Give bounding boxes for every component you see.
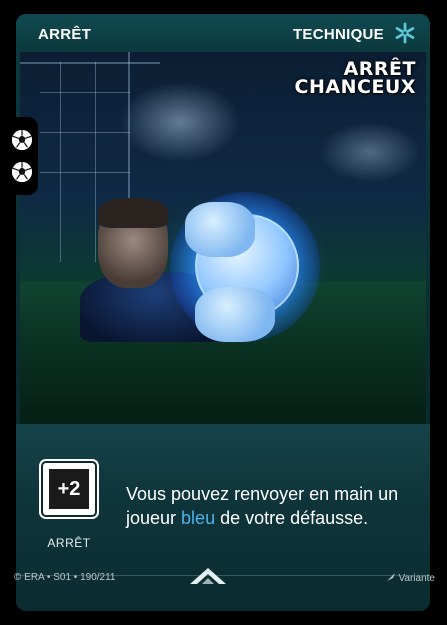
- card-title: ARRÊT CHANCEUX: [294, 58, 416, 98]
- effect-highlight: bleu: [181, 508, 216, 528]
- feather-icon: [386, 573, 395, 581]
- glove-right: [195, 287, 275, 342]
- power-value: +2: [49, 469, 89, 509]
- brand-logo: [190, 568, 226, 584]
- glove-left: [185, 202, 255, 257]
- copyright-text: © ERA • S01 • 190/211: [14, 572, 116, 583]
- variant-label: Variante: [386, 572, 435, 584]
- power-badge: +2: [43, 463, 95, 515]
- snowflake-icon: [395, 22, 415, 44]
- card-header: ARRÊT TECHNIQUE: [16, 14, 430, 52]
- token-strip: [6, 117, 38, 195]
- card-category-label: TECHNIQUE: [292, 26, 384, 43]
- card-artwork: [20, 52, 426, 424]
- card-type-label: ARRÊT: [38, 26, 92, 43]
- soccer-ball-icon: [11, 129, 33, 151]
- card-effect-text: Vous pouvez renvoyer en main un joueur b…: [126, 484, 399, 528]
- power-label: ARRÊT: [47, 536, 91, 550]
- game-card[interactable]: ARRÊT TECHNIQUE ARRÊT CHANCEUX +2 ARRÊT …: [16, 14, 430, 611]
- soccer-ball-icon: [11, 161, 33, 183]
